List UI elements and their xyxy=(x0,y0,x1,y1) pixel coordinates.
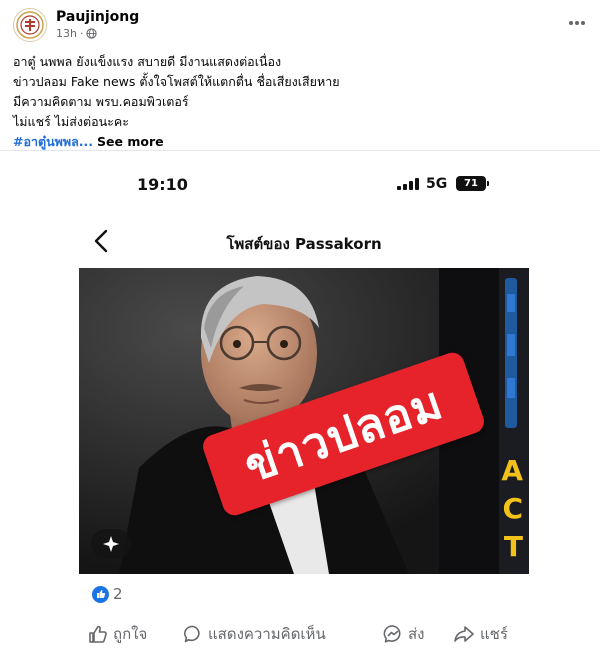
post-header: Paujinjong 13h · xyxy=(0,0,600,44)
share-label: แชร์ xyxy=(480,625,508,643)
caption-line: มีความคิดตาม พรบ.คอมพิวเตอร์ xyxy=(13,94,189,109)
reaction-summary[interactable]: 2 xyxy=(92,584,123,604)
background-sign: A C T xyxy=(499,274,525,564)
share-button[interactable]: แชร์ xyxy=(453,620,508,648)
avatar[interactable] xyxy=(13,8,47,42)
send-button[interactable]: ส่ง xyxy=(383,620,424,648)
caption-line: ไม่แชร์ ไม่ส่งต่อนะคะ xyxy=(13,114,129,129)
see-more-link[interactable]: See more xyxy=(97,134,164,149)
more-options-icon[interactable] xyxy=(564,12,590,34)
post-meta: 13h · xyxy=(56,27,98,40)
comment-button[interactable]: แสดงความคิดเห็น xyxy=(183,620,326,648)
caption-line: อาตู๋ นพพล ยังแข็งแรง สบายดี มีงานแสดงต่… xyxy=(13,54,282,69)
battery-level: 71 xyxy=(464,178,478,189)
messenger-icon xyxy=(383,625,401,643)
news-photo: A C T ข่าวปลอม xyxy=(79,268,529,574)
reaction-count: 2 xyxy=(113,585,123,603)
avatar-logo-icon xyxy=(16,11,44,39)
hashtag-link[interactable]: #อาตู๋นพพล... xyxy=(13,134,93,149)
comment-label: แสดงความคิดเห็น xyxy=(208,625,326,643)
like-reaction-icon xyxy=(92,585,109,603)
post-author[interactable]: Paujinjong xyxy=(56,9,139,25)
sign-letter: T xyxy=(503,530,523,563)
signal-icon xyxy=(397,178,419,190)
post-time[interactable]: 13h xyxy=(56,27,77,40)
ai-sparkle-icon[interactable] xyxy=(91,529,131,559)
caption-line: ข่าวปลอม Fake news ตั้งใจโพสต์ให้แตกตื่น… xyxy=(13,74,340,89)
globe-icon xyxy=(86,28,98,39)
send-label: ส่ง xyxy=(408,625,425,643)
post-caption: อาตู๋ นพพล ยังแข็งแรง สบายดี มีงานแสดงต่… xyxy=(13,52,588,152)
sign-letter: A xyxy=(501,454,523,487)
screenshot-title: โพสต์ของ Passakorn xyxy=(226,235,382,253)
network-label: 5G xyxy=(426,176,448,192)
like-button[interactable]: ถูกใจ xyxy=(88,620,147,648)
comment-icon xyxy=(184,625,200,643)
battery-icon: 71 xyxy=(456,176,489,191)
background-sign-blue xyxy=(505,278,517,428)
sign-letter: C xyxy=(502,492,523,525)
phone-status-time: 19:10 xyxy=(137,175,188,194)
like-icon xyxy=(89,625,107,643)
action-bar: ถูกใจ แสดงความคิดเห็น ส่ง แชร์ xyxy=(0,620,600,648)
share-icon xyxy=(454,626,474,642)
like-label: ถูกใจ xyxy=(113,625,148,643)
